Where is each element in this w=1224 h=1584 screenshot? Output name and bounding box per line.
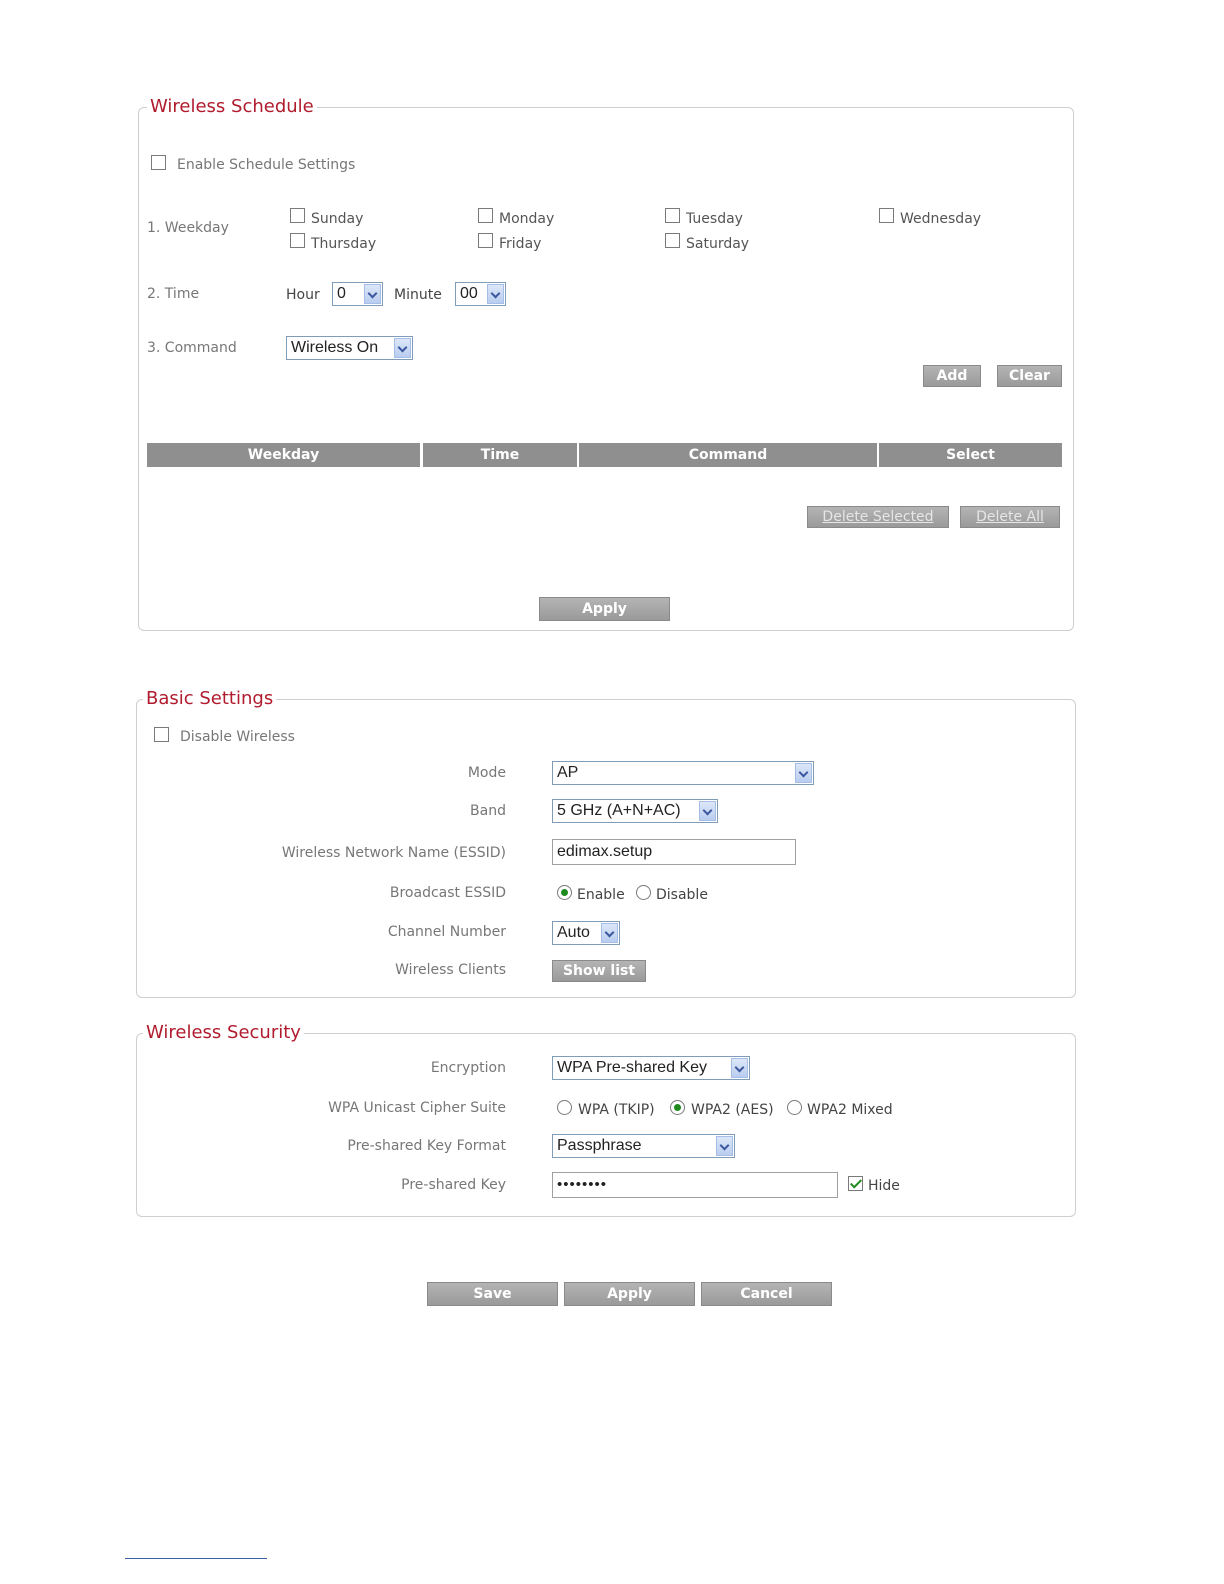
- minute-select[interactable]: 00: [455, 282, 506, 306]
- band-value: 5 GHz (A+N+AC): [557, 802, 681, 819]
- friday-label: Friday: [499, 236, 542, 252]
- broadcast-enable-label: Enable: [577, 887, 625, 903]
- basic-settings-legend: Basic Settings: [143, 688, 277, 709]
- wednesday-checkbox[interactable]: [879, 208, 894, 223]
- saturday-label: Saturday: [686, 236, 750, 252]
- saturday-checkbox[interactable]: [665, 233, 680, 248]
- tuesday-label: Tuesday: [686, 211, 743, 227]
- encryption-select[interactable]: WPA Pre-shared Key: [552, 1056, 750, 1080]
- weekday-label: 1. Weekday: [147, 220, 229, 236]
- monday-checkbox[interactable]: [478, 208, 493, 223]
- table-header-command: Command: [579, 443, 877, 467]
- sunday-checkbox[interactable]: [290, 208, 305, 223]
- chevron-down-icon: [601, 923, 618, 943]
- key-format-label: Pre-shared Key Format: [347, 1138, 506, 1154]
- band-select[interactable]: 5 GHz (A+N+AC): [552, 799, 718, 823]
- command-label: 3. Command: [147, 340, 237, 356]
- encryption-label: Encryption: [430, 1060, 506, 1076]
- thursday-label: Thursday: [311, 236, 377, 252]
- cipher-aes-label: WPA2 (AES): [691, 1102, 774, 1118]
- mode-value: AP: [557, 764, 579, 781]
- chevron-down-icon: [394, 338, 411, 358]
- wireless-clients-label: Wireless Clients: [395, 962, 506, 978]
- cipher-mixed-radio[interactable]: [787, 1100, 802, 1115]
- table-header-weekday: Weekday: [147, 443, 420, 467]
- wireless-security-legend: Wireless Security: [143, 1022, 304, 1043]
- save-button[interactable]: Save: [427, 1282, 558, 1306]
- cancel-button[interactable]: Cancel: [701, 1282, 832, 1306]
- schedule-apply-button[interactable]: Apply: [539, 597, 670, 621]
- mode-select[interactable]: AP: [552, 761, 814, 785]
- cipher-tkip-radio[interactable]: [557, 1100, 572, 1115]
- mode-label: Mode: [467, 765, 506, 781]
- delete-selected-button[interactable]: Delete Selected: [807, 506, 949, 528]
- show-list-button[interactable]: Show list: [552, 960, 646, 982]
- broadcast-essid-label: Broadcast ESSID: [389, 885, 506, 901]
- chevron-down-icon: [364, 284, 381, 304]
- minute-value: 00: [460, 285, 478, 302]
- footnote-divider: [125, 1558, 267, 1559]
- key-format-select[interactable]: Passphrase: [552, 1134, 735, 1158]
- apply-button[interactable]: Apply: [564, 1282, 695, 1306]
- hour-label: Hour: [286, 287, 320, 303]
- broadcast-disable-radio[interactable]: [636, 885, 651, 900]
- cipher-aes-radio[interactable]: [670, 1100, 685, 1115]
- essid-label: Wireless Network Name (ESSID): [281, 845, 506, 861]
- hour-select[interactable]: 0: [332, 282, 383, 306]
- essid-input[interactable]: edimax.setup: [552, 839, 796, 865]
- thursday-checkbox[interactable]: [290, 233, 305, 248]
- command-value: Wireless On: [291, 339, 379, 356]
- minute-label: Minute: [394, 287, 442, 303]
- key-format-value: Passphrase: [557, 1137, 642, 1154]
- clear-button[interactable]: Clear: [997, 365, 1062, 387]
- disable-wireless-label: Disable Wireless: [180, 729, 295, 745]
- channel-number-label: Channel Number: [387, 924, 506, 940]
- add-button[interactable]: Add: [923, 365, 981, 387]
- tuesday-checkbox[interactable]: [665, 208, 680, 223]
- chevron-down-icon: [487, 284, 504, 304]
- channel-select[interactable]: Auto: [552, 921, 620, 945]
- monday-label: Monday: [499, 211, 555, 227]
- pre-shared-key-input[interactable]: ••••••••: [552, 1172, 838, 1198]
- hour-value: 0: [337, 285, 346, 302]
- disable-wireless-checkbox[interactable]: [154, 727, 169, 742]
- chevron-down-icon: [716, 1136, 733, 1156]
- broadcast-enable-radio[interactable]: [557, 885, 572, 900]
- cipher-mixed-label: WPA2 Mixed: [807, 1102, 893, 1118]
- enable-schedule-label: Enable Schedule Settings: [177, 157, 356, 173]
- broadcast-disable-label: Disable: [656, 887, 708, 903]
- delete-all-button[interactable]: Delete All: [960, 506, 1060, 528]
- friday-checkbox[interactable]: [478, 233, 493, 248]
- time-label: 2. Time: [147, 286, 200, 302]
- encryption-value: WPA Pre-shared Key: [557, 1059, 707, 1076]
- enable-schedule-checkbox[interactable]: [151, 155, 166, 170]
- chevron-down-icon: [699, 801, 716, 821]
- table-header-select: Select: [879, 443, 1062, 467]
- band-label: Band: [470, 803, 506, 819]
- pre-shared-key-label: Pre-shared Key: [401, 1177, 506, 1193]
- chevron-down-icon: [795, 763, 812, 783]
- wednesday-label: Wednesday: [900, 211, 982, 227]
- hide-key-checkbox[interactable]: [848, 1176, 863, 1191]
- hide-key-label: Hide: [868, 1178, 900, 1194]
- wireless-schedule-legend: Wireless Schedule: [147, 96, 317, 117]
- command-select[interactable]: Wireless On: [286, 336, 413, 360]
- chevron-down-icon: [731, 1058, 748, 1078]
- cipher-tkip-label: WPA (TKIP): [578, 1102, 655, 1118]
- cipher-suite-label: WPA Unicast Cipher Suite: [328, 1100, 506, 1116]
- table-header-time: Time: [423, 443, 577, 467]
- channel-value: Auto: [557, 924, 590, 941]
- sunday-label: Sunday: [311, 211, 364, 227]
